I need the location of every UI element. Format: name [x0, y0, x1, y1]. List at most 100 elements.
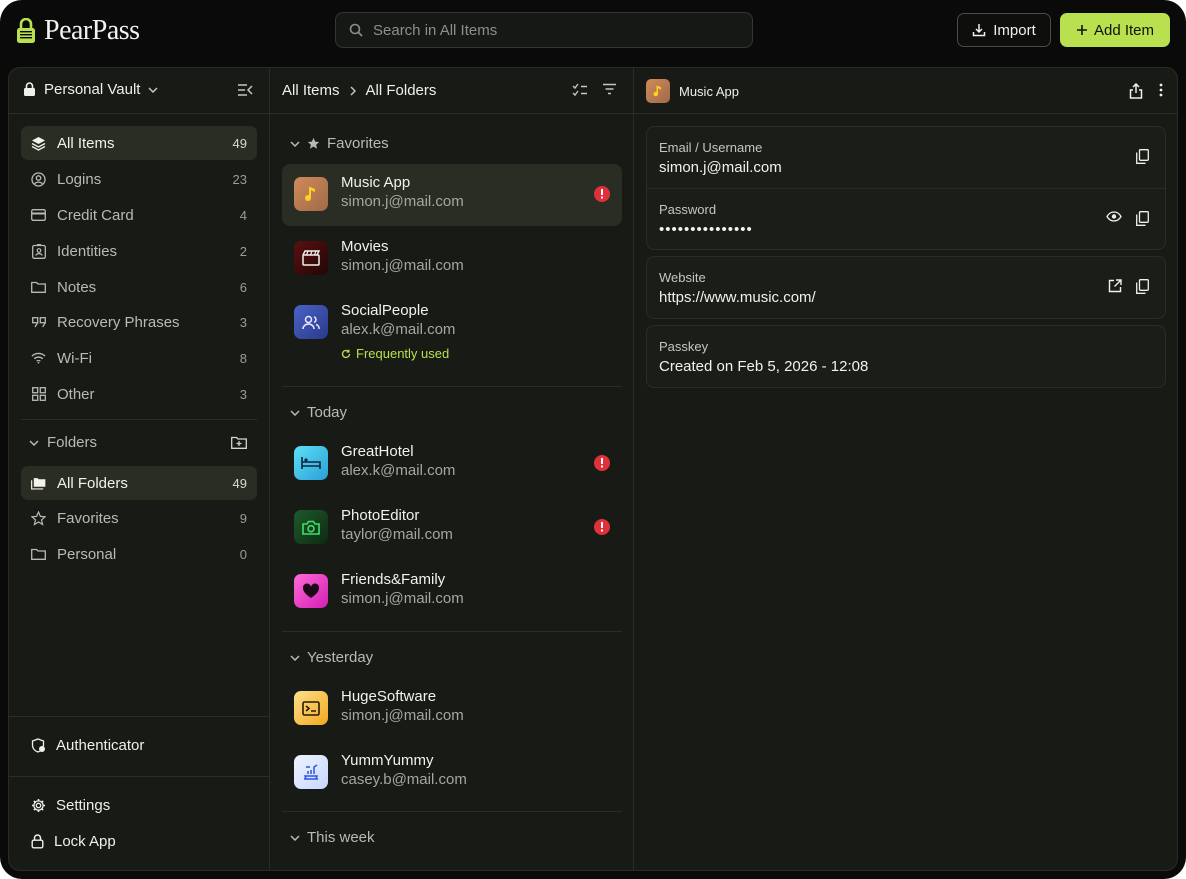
add-item-label: Add Item [1093, 21, 1155, 39]
authenticator-button[interactable]: Authenticator [31, 737, 144, 754]
import-button[interactable]: Import [957, 13, 1051, 47]
breadcrumb-all-items[interactable]: All Items [282, 82, 340, 99]
collapse-sidebar-icon[interactable] [237, 83, 253, 97]
list-item-greathotel[interactable]: GreatHotel alex.k@mail.com [282, 433, 622, 495]
sidebar-item-count: 2 [239, 243, 247, 259]
filter-icon[interactable] [602, 83, 617, 97]
password-value[interactable]: ••••••••••••••• [659, 221, 1153, 239]
list-item-socialpeople[interactable]: SocialPeople alex.k@mail.com Frequently … [282, 292, 622, 374]
lock-app-label: Lock App [54, 833, 116, 850]
section-today[interactable]: Today [290, 404, 347, 421]
sidebar-item-favorites[interactable]: Favorites 9 [21, 501, 257, 535]
list-item-music-app[interactable]: Music App simon.j@mail.com [282, 164, 622, 226]
camera-icon [294, 510, 328, 544]
settings-button[interactable]: Settings [31, 797, 110, 814]
plus-icon [1076, 24, 1088, 36]
passkey-value: Created on Feb 5, 2026 - 12:08 [659, 358, 869, 375]
list-item-friends-family[interactable]: Friends&Family simon.j@mail.com [282, 561, 622, 623]
section-favorites[interactable]: Favorites [290, 135, 389, 152]
lock-app-button[interactable]: Lock App [31, 833, 116, 850]
search-input[interactable] [373, 21, 713, 39]
list-item-yummyummy[interactable]: YummYummy casey.b@mail.com [282, 742, 622, 804]
search-bar[interactable] [335, 12, 753, 48]
website-value[interactable]: https://www.music.com/ [659, 289, 1153, 307]
frequently-used-label: Frequently used [356, 346, 450, 361]
sidebar-item-label: Other [57, 385, 95, 403]
item-username: casey.b@mail.com [341, 771, 467, 788]
passkey-card: Passkey Created on Feb 5, 2026 - 12:08 [646, 325, 1166, 388]
sidebar-item-count: 0 [239, 546, 247, 562]
list-item-photoeditor[interactable]: PhotoEditor taylor@mail.com [282, 497, 622, 559]
chevron-down-icon [148, 86, 158, 93]
sidebar-item-recovery-phrases[interactable]: Recovery Phrases 3 [21, 305, 257, 339]
sidebar-item-count: 3 [239, 314, 247, 330]
music-note-icon [646, 79, 670, 103]
lock-icon [23, 82, 36, 97]
add-folder-icon[interactable] [231, 436, 247, 449]
sidebar-item-logins[interactable]: Logins 23 [21, 162, 257, 196]
section-label: Favorites [327, 135, 389, 152]
detail-header-divider [634, 113, 1177, 114]
wifi-icon [31, 351, 46, 366]
password-field: Password ••••••••••••••• [647, 188, 1165, 249]
breadcrumb-all-folders[interactable]: All Folders [366, 82, 437, 99]
sidebar-item-label: Logins [57, 170, 102, 188]
share-icon[interactable] [1129, 83, 1143, 99]
app-name: PearPass [44, 15, 140, 46]
app-logo: PearPass [16, 16, 140, 46]
sidebar-item-credit-card[interactable]: Credit Card 4 [21, 198, 257, 232]
item-username: alex.k@mail.com [341, 462, 456, 479]
warning-icon [594, 519, 610, 535]
import-icon [972, 23, 986, 37]
sidebar-item-label: Personal [57, 545, 117, 563]
sidebar-item-count: 4 [239, 207, 247, 223]
sidebar-header-divider [9, 113, 269, 114]
lock-logo-icon [16, 18, 36, 44]
sidebar-item-all-items[interactable]: All Items 49 [21, 126, 257, 160]
sidebar-item-count: 3 [239, 386, 247, 402]
eye-icon[interactable] [1106, 211, 1122, 226]
chevron-down-icon [290, 140, 300, 147]
sidebar-item-personal[interactable]: Personal 0 [21, 537, 257, 571]
item-name: Movies [341, 238, 389, 255]
sidebar-item-other[interactable]: Other 3 [21, 377, 257, 411]
list-item-movies[interactable]: Movies simon.j@mail.com [282, 228, 622, 290]
item-username: taylor@mail.com [341, 526, 453, 543]
detail-title: Music App [679, 83, 739, 99]
section-label: This week [307, 829, 375, 846]
section-divider [282, 631, 622, 632]
folders-header[interactable]: Folders [29, 434, 97, 451]
copy-icon[interactable] [1136, 149, 1149, 164]
sidebar-item-identities[interactable]: Identities 2 [21, 234, 257, 268]
sidebar-item-wifi[interactable]: Wi-Fi 8 [21, 341, 257, 375]
folders-label: Folders [47, 434, 98, 451]
sidebar-item-count: 49 [232, 135, 247, 151]
detail-header: Music App [646, 79, 739, 103]
vault-selector[interactable]: Personal Vault [23, 81, 158, 98]
heart-icon [294, 574, 328, 608]
sidebar-item-all-folders[interactable]: All Folders 49 [21, 466, 257, 500]
credentials-card: Email / Username simon.j@mail.com Passwo… [646, 126, 1166, 250]
item-name: GreatHotel [341, 443, 414, 460]
refresh-icon [341, 349, 351, 359]
folder-icon [31, 547, 46, 562]
clapperboard-icon [294, 241, 328, 275]
sidebar-item-count: 8 [239, 350, 247, 366]
sidebar-item-notes[interactable]: Notes 6 [21, 270, 257, 304]
more-options-icon[interactable] [1159, 83, 1163, 99]
section-yesterday[interactable]: Yesterday [290, 649, 373, 666]
item-username: alex.k@mail.com [341, 321, 456, 338]
copy-icon[interactable] [1136, 211, 1149, 226]
multi-select-icon[interactable] [572, 83, 588, 97]
list-item-hugesoftware[interactable]: HugeSoftware simon.j@mail.com [282, 678, 622, 740]
external-link-icon[interactable] [1108, 279, 1122, 294]
chevron-down-icon [29, 439, 39, 446]
chevron-right-icon [349, 85, 356, 96]
copy-icon[interactable] [1136, 279, 1149, 294]
section-this-week[interactable]: This week [290, 829, 375, 846]
email-value[interactable]: simon.j@mail.com [659, 159, 1153, 177]
website-card: Website https://www.music.com/ [646, 256, 1166, 319]
sidebar-item-label: All Items [57, 134, 115, 152]
email-field: Email / Username simon.j@mail.com [647, 127, 1165, 188]
add-item-button[interactable]: Add Item [1060, 13, 1170, 47]
